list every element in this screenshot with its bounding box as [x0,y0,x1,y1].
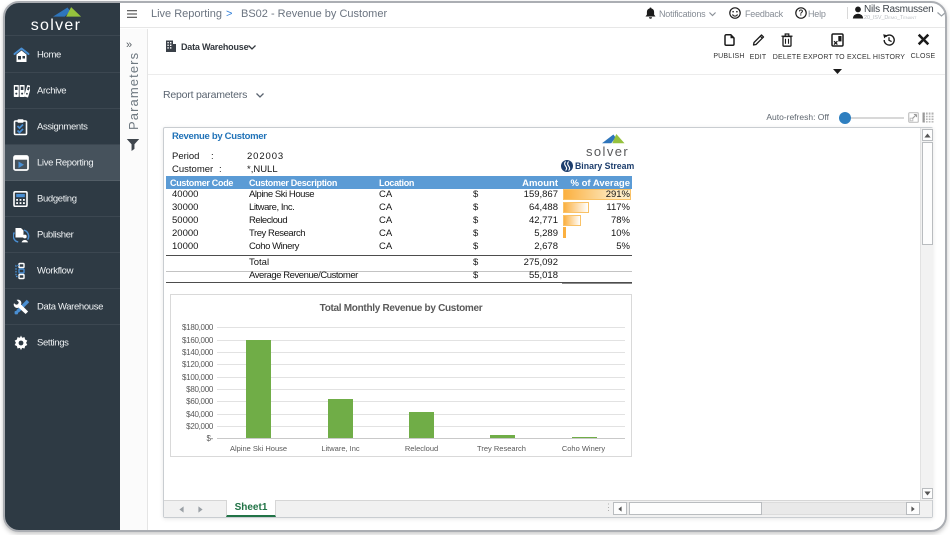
svg-text:?: ? [799,9,804,18]
